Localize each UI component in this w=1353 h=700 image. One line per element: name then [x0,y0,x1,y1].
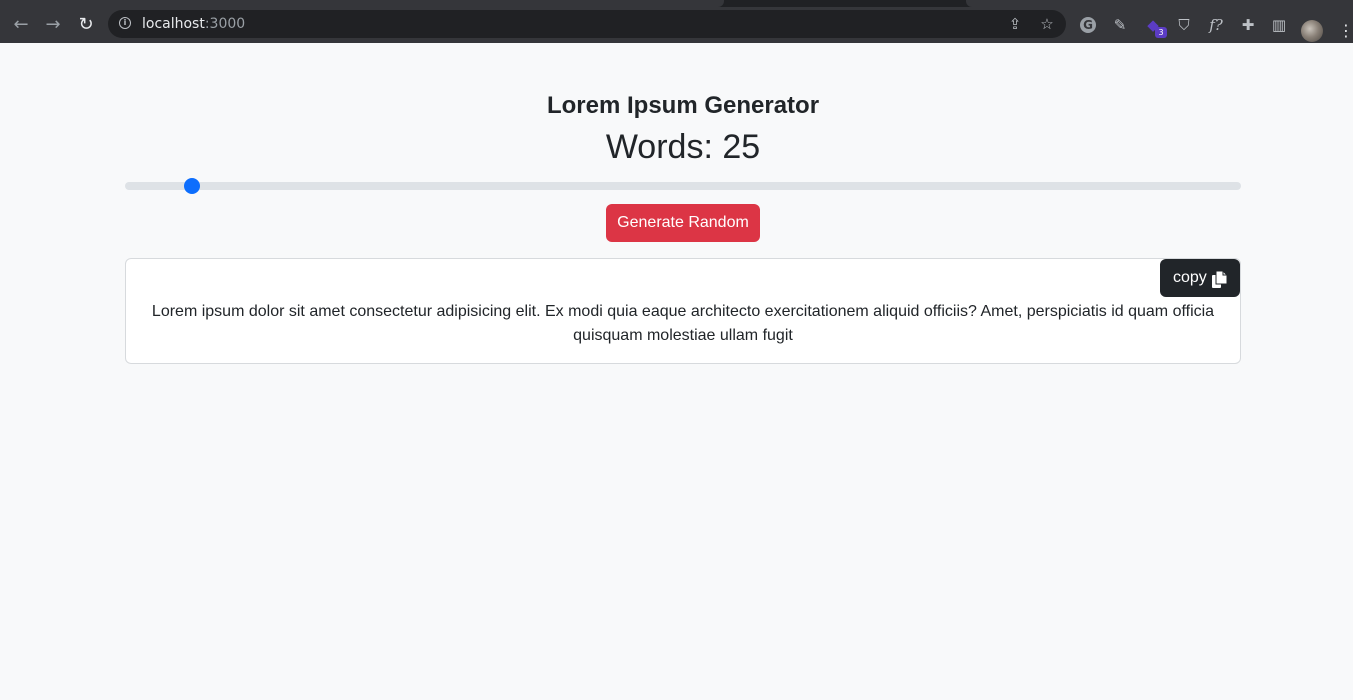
formula-icon[interactable]: f? [1205,14,1227,36]
share-icon[interactable]: ⇪ [1006,15,1024,33]
tab-strip [0,0,1353,7]
reload-icon[interactable]: ↻ [75,14,97,36]
copy-button[interactable]: copy [1160,259,1240,297]
back-icon[interactable]: ← [10,14,32,36]
cube-extension-icon[interactable]: ◆ 3 [1142,14,1167,38]
copy-label: copy [1173,269,1207,286]
generate-random-button[interactable]: Generate Random [606,204,760,242]
tab-active[interactable] [0,0,724,7]
grammarly-icon[interactable]: G [1080,17,1096,33]
forward-icon[interactable]: → [42,14,64,36]
word-count-slider-thumb[interactable] [184,178,201,194]
bookmark-star-icon[interactable]: ☆ [1038,15,1056,33]
page-title: Lorem Ipsum Generator [546,92,820,119]
browser-chrome: ← → ↻ i localhost:3000 ⇪ ☆ G ✎ ◆ 3 ⛉ f? ✚… [0,0,1353,43]
address-url[interactable]: localhost:3000 [142,16,245,32]
lorem-output-card: Lorem ipsum dolor sit amet consectetur a… [125,258,1241,364]
address-bar[interactable]: i localhost:3000 ⇪ ☆ [108,10,1066,38]
url-port: :3000 [204,16,246,32]
extension-badge: 3 [1155,27,1167,38]
word-count-slider-track[interactable] [125,182,1241,190]
word-count-label: Words: 25 [605,128,761,166]
puzzle-icon[interactable]: ✚ [1237,14,1259,36]
lorem-output-text: Lorem ipsum dolor sit amet consectetur a… [151,303,1215,344]
browser-toolbar: ← → ↻ i localhost:3000 ⇪ ☆ G ✎ ◆ 3 ⛉ f? ✚… [0,7,1353,43]
site-info-icon[interactable]: i [119,17,131,29]
browser-menu-icon[interactable]: ⋮ [1338,21,1353,41]
side-panel-icon[interactable]: ▥ [1268,14,1290,36]
url-host: localhost [142,16,205,32]
shield-extension-icon[interactable]: ⛉ [1173,14,1195,36]
tab-other[interactable] [966,0,1353,7]
copy-icon [1212,271,1227,288]
pen-icon[interactable]: ✎ [1109,14,1131,36]
profile-avatar[interactable] [1301,20,1323,42]
